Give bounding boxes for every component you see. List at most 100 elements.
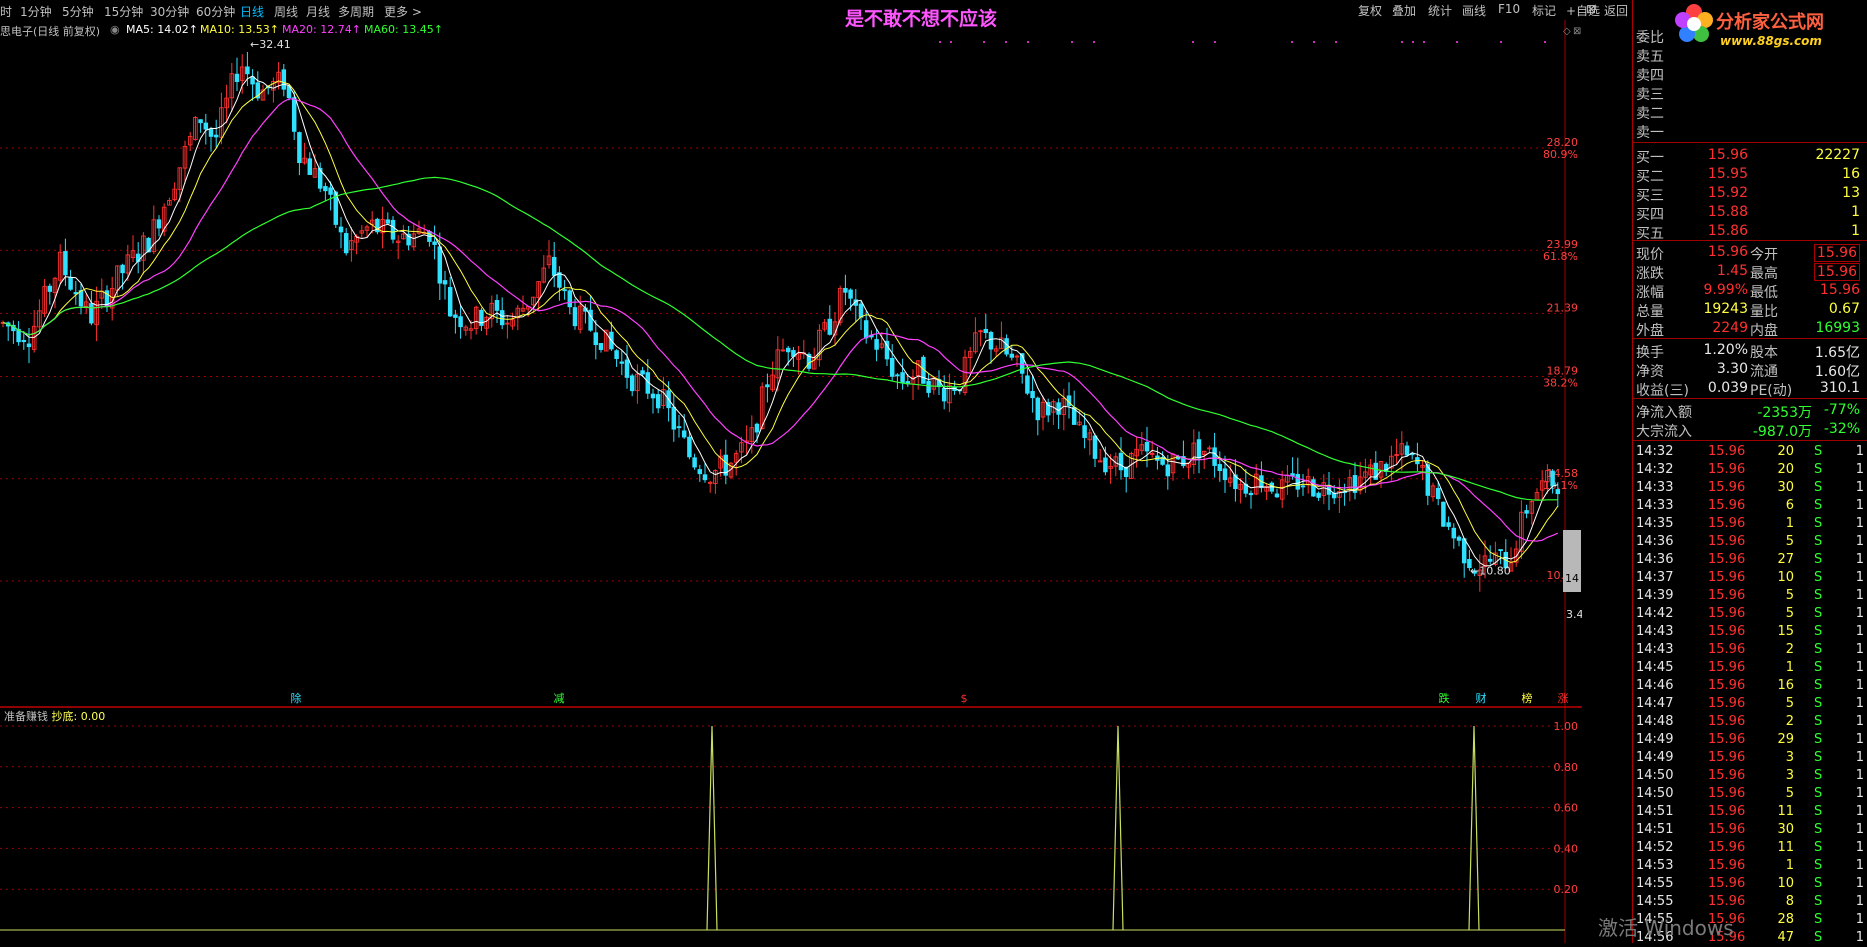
buy-level-label: 买三	[1636, 188, 1664, 204]
tick-price: 15.96	[1708, 840, 1746, 855]
timeframe-tab[interactable]: 更多 >	[384, 3, 422, 20]
flow-label: 净流入额	[1636, 405, 1692, 421]
close-icon[interactable]: ⊠	[1586, 2, 1596, 16]
timeframe-tab[interactable]: 日线	[240, 3, 264, 20]
tick-volume: 28	[1777, 912, 1794, 927]
candle-body	[1555, 489, 1561, 495]
tick-price: 15.96	[1708, 534, 1746, 549]
candle-body	[754, 423, 760, 433]
candle-body	[567, 290, 573, 308]
toolbar-button[interactable]: 叠加	[1392, 2, 1416, 19]
tick-count: 1	[1855, 444, 1864, 459]
event-marker: 减	[554, 692, 565, 705]
timeframe-tab[interactable]: 5分钟	[62, 3, 94, 20]
candle-body	[1441, 501, 1446, 527]
toolbar-button[interactable]: 统计	[1428, 2, 1452, 19]
candle-body	[343, 233, 349, 254]
timeframe-tab[interactable]: 周线	[274, 3, 298, 20]
tick-time: 14:42	[1636, 606, 1674, 621]
tick-count: 1	[1855, 714, 1864, 729]
tick-count: 1	[1855, 732, 1864, 747]
tick-side: S	[1814, 912, 1823, 927]
candle-body	[1222, 468, 1228, 481]
quote-label: 最高	[1750, 266, 1778, 282]
toolbar-button[interactable]: 复权	[1358, 2, 1382, 19]
tick-count: 1	[1855, 840, 1864, 855]
candle-body	[89, 303, 94, 324]
tick-side: S	[1814, 660, 1823, 675]
tick-time: 14:39	[1636, 588, 1674, 603]
tick-time: 14:46	[1636, 678, 1674, 693]
divider	[1633, 398, 1867, 399]
candle-body	[120, 264, 125, 274]
divider	[1633, 240, 1867, 241]
signal-spike	[706, 725, 718, 931]
buy-level-price: 15.88	[1707, 204, 1748, 220]
timeframe-tab[interactable]: 15分钟	[104, 3, 143, 20]
candle-body	[1212, 447, 1217, 466]
fundamental-label: 流通	[1750, 364, 1778, 380]
candle-body	[1461, 538, 1467, 564]
toolbar-button[interactable]: 标记	[1532, 2, 1556, 19]
tick-row: 14:46 15.96 16 S 1	[1636, 678, 1864, 695]
flow-pct: -77%	[1823, 402, 1860, 418]
tick-price: 15.96	[1708, 732, 1746, 747]
divider	[1633, 440, 1867, 441]
signal-dot	[939, 41, 941, 43]
tick-price: 15.96	[1708, 876, 1746, 891]
event-marker: 榜	[1522, 691, 1533, 705]
tick-count: 1	[1855, 498, 1864, 513]
candle-body	[687, 436, 692, 458]
timeframe-tab[interactable]: 30分钟	[150, 3, 189, 20]
tick-time: 14:52	[1636, 840, 1674, 855]
candlestick-chart[interactable]: 28.2080.9%23.9961.8%21.3918.7938.2%14.58…	[0, 20, 1582, 708]
sell-level-label: 卖四	[1636, 68, 1664, 84]
buy-level-label: 买一	[1636, 150, 1664, 166]
tick-side: S	[1814, 516, 1823, 531]
candle-body	[1498, 549, 1503, 552]
tick-row: 14:43 15.96 15 S 1	[1636, 624, 1864, 641]
fundamental-label: 收益(三)	[1636, 383, 1689, 399]
tick-price: 15.96	[1708, 696, 1746, 711]
candle-body	[390, 219, 396, 240]
candle-body	[1290, 473, 1295, 476]
tick-time: 14:35	[1636, 516, 1674, 531]
tick-row: 14:42 15.96 5 S 1	[1636, 606, 1864, 623]
candle-body	[827, 318, 833, 335]
candle-body	[78, 290, 84, 307]
quote-value: 0.67	[1828, 301, 1860, 317]
candle-body	[453, 314, 458, 318]
timeframe-tab[interactable]: 1分钟	[20, 3, 52, 20]
candle-body	[1295, 473, 1301, 490]
tick-time: 14:37	[1636, 570, 1674, 585]
sub-indicator-chart[interactable]: 1.00 0.80 0.60 0.40 0.20	[0, 708, 1582, 943]
candle-body	[291, 97, 297, 132]
candle-body	[863, 320, 869, 339]
toolbar-button[interactable]: F10	[1498, 2, 1520, 16]
tick-row: 14:50 15.96 3 S 1	[1636, 768, 1864, 785]
candle-body	[198, 119, 203, 124]
tick-row: 14:33 15.96 30 S 1	[1636, 480, 1864, 497]
timeframe-tab[interactable]: 多周期	[338, 3, 374, 20]
toolbar-button[interactable]: 返回	[1604, 2, 1628, 19]
candle-body	[385, 219, 391, 224]
tick-side: S	[1814, 858, 1823, 873]
timeframe-tab[interactable]: 60分钟	[196, 3, 235, 20]
candle-body	[156, 219, 162, 229]
timeframe-tab[interactable]: 时	[0, 3, 12, 20]
tick-volume: 15	[1777, 624, 1794, 639]
quote-value: 15.96	[1707, 244, 1748, 260]
tick-row: 14:47 15.96 5 S 1	[1636, 696, 1864, 713]
sub-tick-label: 0.60	[1554, 802, 1579, 815]
tick-price: 15.96	[1708, 786, 1746, 801]
tick-count: 1	[1855, 822, 1864, 837]
toolbar-button[interactable]: 画线	[1462, 2, 1486, 19]
tick-side: S	[1814, 804, 1823, 819]
tick-side: S	[1814, 786, 1823, 801]
tick-time: 14:45	[1636, 660, 1674, 675]
timeframe-tab[interactable]: 月线	[306, 3, 330, 20]
tick-time: 14:50	[1636, 768, 1674, 783]
buy-level-volume: 16	[1842, 166, 1860, 182]
tick-row: 14:51 15.96 30 S 1	[1636, 822, 1864, 839]
candle-body	[1196, 439, 1202, 459]
